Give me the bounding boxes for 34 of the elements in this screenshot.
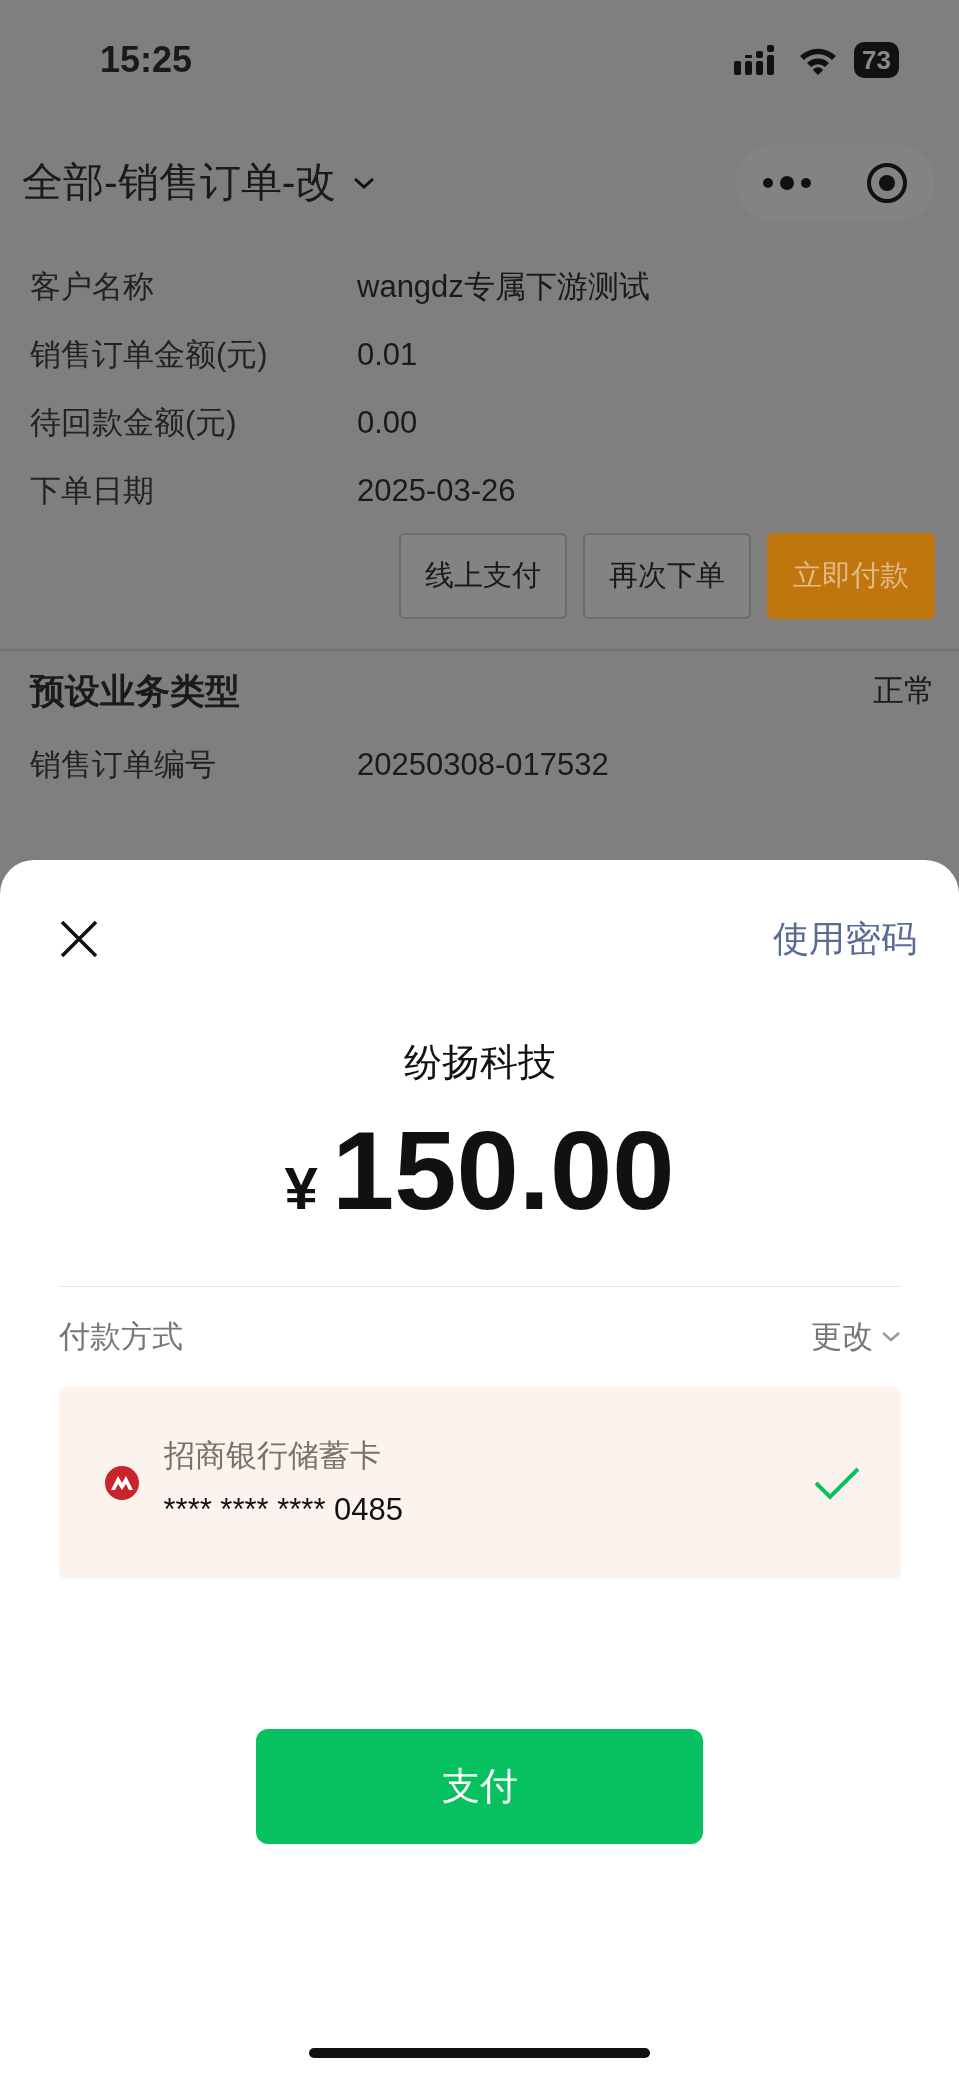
- payment-amount: 150.00: [331, 1115, 675, 1227]
- currency-symbol: ¥: [284, 1154, 318, 1224]
- field-value: wangdz专属下游测试: [357, 267, 650, 306]
- change-link[interactable]: 更改: [810, 1313, 873, 1361]
- page-title[interactable]: 全部-销售订单-改: [22, 151, 337, 214]
- bank-logo-icon: [103, 1465, 140, 1501]
- chevron-down-icon[interactable]: [352, 175, 377, 190]
- clock-time: 15:25: [100, 38, 193, 82]
- payee-name: 纷扬科技: [403, 1040, 556, 1085]
- section-title: 预设业务类型: [30, 669, 240, 712]
- pay-button[interactable]: 支付: [256, 1729, 703, 1844]
- field-value: 2025-03-26: [357, 471, 516, 510]
- action-button[interactable]: 再次下单: [583, 533, 751, 619]
- payment-method-label: 付款方式: [58, 1317, 183, 1356]
- chevron-down-icon[interactable]: [880, 1331, 901, 1343]
- field-label: 销售订单金额(元): [30, 335, 269, 374]
- field-label: 下单日期: [30, 471, 155, 510]
- field-value: 0.01: [357, 335, 418, 374]
- bank-card-name: 招商银行储蓄卡: [163, 1436, 382, 1475]
- order-status: 正常: [873, 671, 935, 710]
- field-label: 待回款金额(元): [30, 403, 238, 442]
- field-label: 销售订单编号: [30, 745, 217, 784]
- check-icon: [812, 1465, 861, 1501]
- use-password-link[interactable]: 使用密码: [773, 912, 917, 966]
- card-number: **** **** **** 0485: [163, 1491, 405, 1529]
- action-button[interactable]: 线上支付: [399, 533, 567, 619]
- close-icon[interactable]: [60, 920, 98, 958]
- battery-indicator: 73: [854, 42, 899, 78]
- field-value: 20250308-017532: [357, 745, 609, 784]
- more-icon[interactable]: [761, 174, 812, 191]
- close-target-icon[interactable]: [864, 160, 909, 205]
- field-label: 客户名称: [30, 267, 155, 306]
- bank-card-option[interactable]: 招商银行储蓄卡 **** **** **** 0485: [58, 1387, 901, 1579]
- field-value: 0.00: [357, 403, 418, 442]
